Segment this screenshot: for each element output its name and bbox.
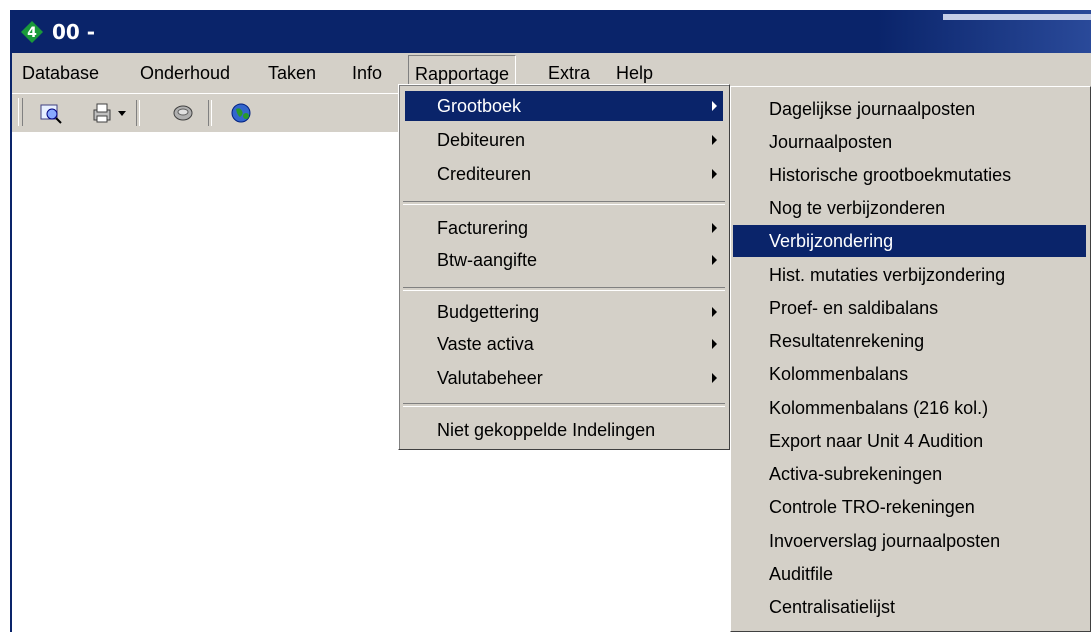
menu-separator [403, 403, 725, 407]
grootboek-submenu: Dagelijkse journaalposten Journaalposten… [730, 86, 1091, 632]
settings-icon[interactable] [170, 100, 196, 126]
dropdown-arrow-icon[interactable] [116, 100, 128, 126]
menu-item-label: Niet gekoppelde Indelingen [437, 420, 656, 440]
menu-separator [403, 287, 725, 291]
menu-onderhoud[interactable]: Onderhoud [134, 53, 236, 93]
submenu-item-kolommenbalans-216[interactable]: Kolommenbalans (216 kol.) [733, 392, 1086, 424]
menu-item-label: Budgettering [437, 302, 540, 322]
menu-taken[interactable]: Taken [262, 53, 322, 93]
menu-item-crediteuren[interactable]: Crediteuren [405, 159, 723, 189]
print-icon[interactable] [90, 100, 116, 126]
globe-icon[interactable] [228, 100, 254, 126]
submenu-item-verbijzondering[interactable]: Verbijzondering [733, 225, 1086, 257]
submenu-item-nog-te-verbijzonderen[interactable]: Nog te verbijzonderen [733, 192, 1086, 224]
menu-item-grootboek[interactable]: Grootboek [405, 91, 723, 121]
submenu-item-auditfile[interactable]: Auditfile [733, 558, 1086, 590]
menu-database[interactable]: Database [16, 53, 105, 93]
submenu-arrow-icon [712, 101, 717, 111]
toolbar-grip[interactable] [18, 98, 23, 126]
menu-item-label: Grootboek [437, 96, 522, 116]
svg-text:4: 4 [27, 25, 37, 41]
menu-item-label: Crediteuren [437, 164, 532, 184]
submenu-item-activa-subrekeningen[interactable]: Activa-subrekeningen [733, 458, 1086, 490]
submenu-item-proef-en-saldibalans[interactable]: Proef- en saldibalans [733, 292, 1086, 324]
submenu-item-dagelijkse-journaalposten[interactable]: Dagelijkse journaalposten [733, 93, 1086, 125]
submenu-arrow-icon [712, 135, 717, 145]
submenu-item-journaalposten[interactable]: Journaalposten [733, 126, 1086, 158]
menu-item-vaste-activa[interactable]: Vaste activa [405, 329, 723, 359]
title-bar-highlight [943, 14, 1091, 20]
title-bar[interactable]: 4 00 - [12, 10, 1091, 53]
submenu-arrow-icon [712, 255, 717, 265]
menu-item-niet-gekoppelde-indelingen[interactable]: Niet gekoppelde Indelingen [405, 415, 723, 445]
submenu-arrow-icon [712, 169, 717, 179]
submenu-item-resultatenrekening[interactable]: Resultatenrekening [733, 325, 1086, 357]
menu-item-label: Facturering [437, 218, 529, 238]
submenu-item-hist-mutaties-verbijzondering[interactable]: Hist. mutaties verbijzondering [733, 259, 1086, 291]
submenu-arrow-icon [712, 307, 717, 317]
menu-info[interactable]: Info [346, 53, 388, 93]
search-icon[interactable] [38, 100, 64, 126]
menu-item-budgettering[interactable]: Budgettering [405, 297, 723, 327]
submenu-item-export-unit4-audition[interactable]: Export naar Unit 4 Audition [733, 425, 1086, 457]
submenu-item-kolommenbalans[interactable]: Kolommenbalans [733, 358, 1086, 390]
menu-item-facturering[interactable]: Facturering [405, 213, 723, 243]
app-logo-icon: 4 [21, 21, 43, 43]
submenu-arrow-icon [712, 223, 717, 233]
toolbar-separator [136, 100, 140, 126]
menu-item-label: Btw-aangifte [437, 250, 538, 270]
menu-item-debiteuren[interactable]: Debiteuren [405, 125, 723, 155]
toolbar-separator [208, 100, 212, 126]
submenu-item-controle-tro-rekeningen[interactable]: Controle TRO-rekeningen [733, 491, 1086, 523]
submenu-arrow-icon [712, 373, 717, 383]
submenu-arrow-icon [712, 339, 717, 349]
screen: 4 00 - Database Onderhoud Taken Info Rap… [0, 0, 1091, 632]
menu-item-btw-aangifte[interactable]: Btw-aangifte [405, 245, 723, 275]
menu-item-label: Vaste activa [437, 334, 534, 354]
window-title: 00 - [52, 20, 96, 44]
submenu-item-historische-grootboekmutaties[interactable]: Historische grootboekmutaties [733, 159, 1086, 191]
menu-item-label: Debiteuren [437, 130, 526, 150]
rapportage-menu: Grootboek Debiteuren Crediteuren Facture… [398, 84, 730, 450]
menu-item-label: Valutabeheer [437, 368, 543, 388]
submenu-item-invoerverslag-journaalposten[interactable]: Invoerverslag journaalposten [733, 525, 1086, 557]
submenu-item-centralisatielijst[interactable]: Centralisatielijst [733, 591, 1086, 623]
menu-item-valutabeheer[interactable]: Valutabeheer [405, 363, 723, 393]
menu-separator [403, 201, 725, 205]
